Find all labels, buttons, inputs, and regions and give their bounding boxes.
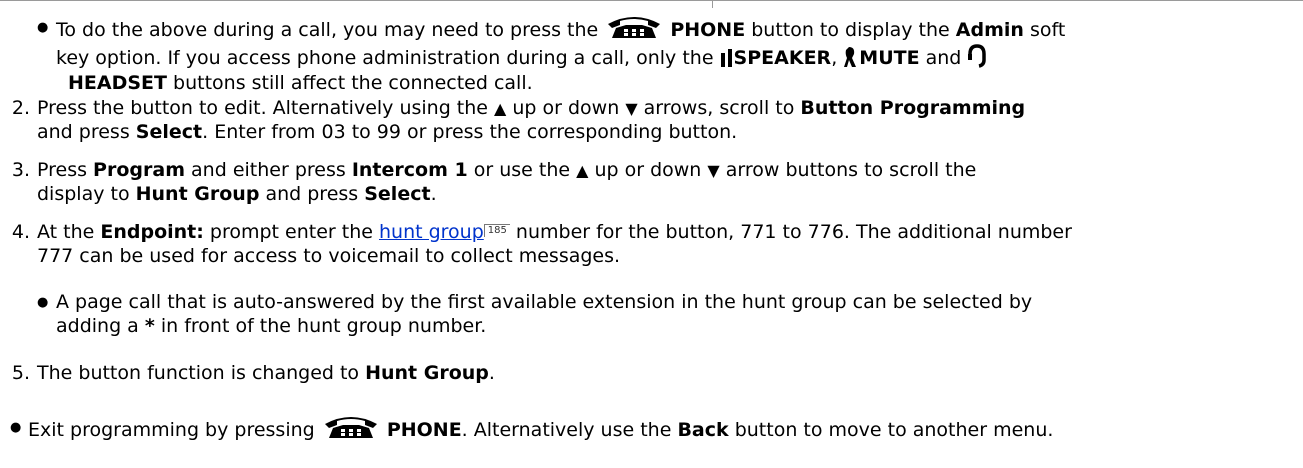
top-border [0, 0, 1303, 1]
step-4-line-1: At the Endpoint: prompt enter the hunt g… [37, 221, 1072, 243]
sub-bullet-2-line-1: A page call that is auto-answered by the… [56, 291, 1033, 313]
down-arrow-icon: ▼ [707, 161, 720, 180]
sub-bullet-line-3: HEADSET buttons still affect the connect… [68, 72, 533, 94]
button-programming-label: Button Programming [800, 97, 1026, 119]
phone-label: PHONE [386, 419, 462, 441]
back-label: Back [677, 419, 729, 441]
admin-label: Admin [955, 19, 1024, 41]
step-3-line-2: display to Hunt Group and press Select. [37, 183, 437, 205]
hunt-group-link[interactable]: hunt group [379, 221, 484, 243]
bullet-marker: ● [37, 295, 49, 310]
speaker-label: SPEAKER [733, 47, 832, 69]
mute-icon [843, 46, 859, 76]
sub-bullet-line-1: To do the above during a call, you may n… [56, 14, 1065, 48]
headset-label: HEADSET [68, 72, 167, 94]
star-symbol: * [144, 315, 155, 337]
intercom-label: Intercom 1 [351, 159, 468, 181]
select-label: Select [364, 183, 431, 205]
bullet-marker: ● [10, 420, 22, 435]
page-reference-badge[interactable]: 185 [483, 224, 510, 237]
down-arrow-icon: ▼ [625, 99, 638, 118]
up-arrow-icon: ▲ [576, 161, 589, 180]
program-label: Program [93, 159, 185, 181]
step-number: 3. [11, 159, 30, 181]
endpoint-label: Endpoint: [100, 221, 204, 243]
phone-label: PHONE [670, 19, 746, 41]
up-arrow-icon: ▲ [494, 99, 507, 118]
mute-label: MUTE [859, 47, 920, 69]
phone-icon [604, 14, 664, 48]
step-4-line-2: 777 can be used for access to voicemail … [37, 245, 621, 267]
step-5-line-1: The button function is changed to Hunt G… [37, 362, 495, 384]
headset-icon [967, 44, 987, 76]
hunt-group-label: Hunt Group [365, 362, 489, 384]
phone-icon [321, 414, 381, 448]
step-number: 4. [11, 221, 30, 243]
hunt-group-label: Hunt Group [135, 183, 260, 205]
select-label: Select [135, 121, 203, 143]
sub-bullet-2-line-2: adding a * in front of the hunt group nu… [56, 315, 487, 337]
step-2-line-1: Press the button to edit. Alternatively … [37, 97, 1026, 119]
step-number: 5. [11, 362, 30, 384]
step-3-line-1: Press Program and either press Intercom … [37, 159, 977, 181]
step-number: 2. [11, 97, 30, 119]
step-2-line-2: and press Select. Enter from 03 to 99 or… [37, 121, 738, 143]
bullet-marker: ● [37, 20, 49, 35]
final-bullet-line: Exit programming by pressing PHONE. Alte… [28, 414, 1053, 448]
top-border-tick [712, 0, 713, 8]
speaker-icon [720, 48, 734, 76]
